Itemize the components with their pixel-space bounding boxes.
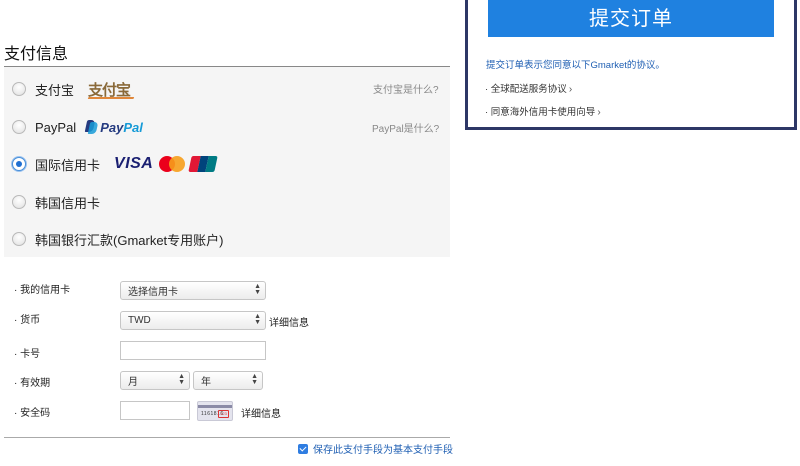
radio-korea-card[interactable]	[12, 195, 26, 209]
paypal-logo: Pay Pal	[86, 120, 143, 135]
method-korea-bank-label: 韩国银行汇款(Gmarket专用账户)	[35, 232, 224, 248]
expiry-label: · 有效期	[14, 378, 51, 389]
agreement-notice: 提交订单表示您同意以下Gmarket的协议。	[486, 60, 665, 71]
cvv-input[interactable]	[120, 401, 190, 420]
my-card-select[interactable]: 选择信用卡 ▲ ▼	[120, 281, 266, 300]
paypal-help-link[interactable]: PayPal是什么?	[372, 120, 439, 135]
expiry-year-value: 年	[201, 377, 211, 388]
currency-select-value: TWD	[128, 315, 151, 326]
save-default-checkbox[interactable]	[298, 443, 308, 454]
paypal-logo-part-a: Pay	[100, 119, 124, 135]
select-arrows-icon: ▲ ▼	[178, 373, 185, 386]
alipay-help-link[interactable]: 支付宝是什么?	[373, 81, 439, 96]
currency-detail-link[interactable]: 详细信息	[269, 314, 309, 329]
cvv-label: · 安全码	[14, 408, 51, 419]
mastercard-icon	[159, 156, 186, 172]
currency-select[interactable]: TWD ▲ ▼	[120, 311, 266, 330]
select-arrows-icon: ▲ ▼	[254, 313, 261, 326]
paypal-mark-icon	[86, 120, 97, 134]
expiry-month-select[interactable]: 月 ▲ ▼	[120, 371, 190, 390]
chevron-right-icon: ›	[568, 84, 573, 95]
card-number-input[interactable]	[120, 341, 266, 360]
cvv-card-code: 123	[218, 410, 229, 418]
shipping-agreement-link[interactable]: · 全球配送服务协议 ›	[485, 81, 572, 95]
my-card-select-value: 选择信用卡	[128, 287, 178, 298]
shipping-agreement-label: · 全球配送服务协议	[485, 84, 567, 95]
expiry-year-select[interactable]: 年 ▲ ▼	[193, 371, 263, 390]
method-korea-card-label: 韩国信用卡	[35, 195, 101, 211]
form-divider	[4, 437, 450, 438]
currency-label: · 货币	[14, 315, 41, 326]
select-arrows-icon: ▲ ▼	[251, 373, 258, 386]
paypal-logo-part-b: Pal	[123, 119, 143, 135]
radio-korea-bank[interactable]	[12, 232, 26, 246]
card-number-label: · 卡号	[14, 349, 41, 360]
method-korea-card[interactable]: 韩国信用卡	[12, 190, 100, 214]
alipay-logo: 支付宝	[88, 80, 131, 99]
chevron-right-icon: ›	[597, 107, 601, 118]
radio-paypal[interactable]	[12, 120, 26, 134]
save-default-label: 保存此支付手段为基本支付手段	[313, 445, 453, 456]
method-intl-card-label: 国际信用卡	[35, 157, 101, 173]
expiry-month-value: 月	[128, 377, 138, 388]
my-card-label: · 我的信用卡	[14, 285, 71, 296]
method-korea-bank[interactable]: 韩国银行汇款(Gmarket专用账户)	[12, 227, 224, 251]
visa-logo: VISA	[114, 155, 154, 172]
method-paypal[interactable]: PayPal Pay Pal	[12, 115, 143, 139]
unionpay-icon	[188, 156, 219, 172]
method-intl-card[interactable]: 国际信用卡 VISA	[12, 152, 219, 176]
method-alipay[interactable]: 支付宝 支付宝	[12, 77, 131, 101]
radio-intl-card[interactable]	[12, 157, 26, 171]
card-guide-link[interactable]: · 同意海外信用卡使用向导 ›	[485, 104, 601, 118]
method-alipay-label: 支付宝	[35, 82, 75, 98]
method-paypal-label: PayPal	[35, 119, 77, 135]
submit-order-button[interactable]: 提交订单	[488, 0, 774, 37]
cvv-card-icon: 1161816 123	[197, 401, 233, 421]
payment-info-title: 支付信息	[4, 46, 69, 63]
radio-alipay[interactable]	[12, 82, 26, 96]
cvv-detail-link[interactable]: 详细信息	[241, 405, 281, 420]
select-arrows-icon: ▲ ▼	[254, 283, 261, 296]
save-default-option[interactable]: 保存此支付手段为基本支付手段	[298, 441, 453, 456]
card-guide-label: · 同意海外信用卡使用向导	[485, 107, 596, 118]
